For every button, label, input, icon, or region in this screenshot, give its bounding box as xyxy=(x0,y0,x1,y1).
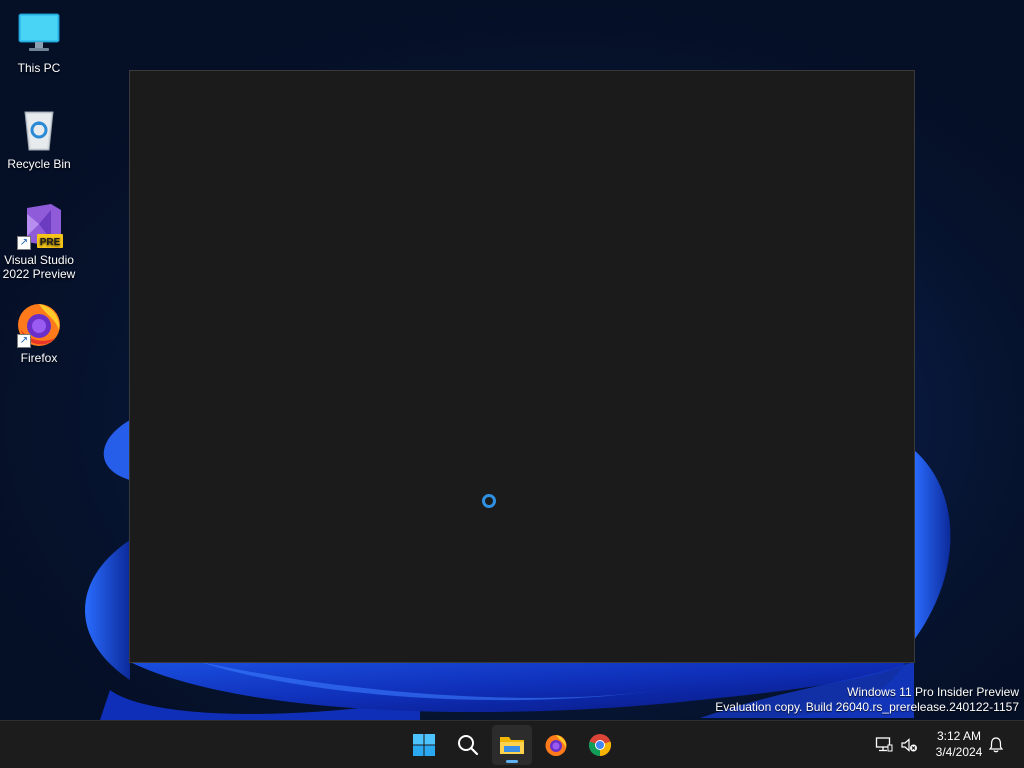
watermark-edition: Windows 11 Pro Insider Preview xyxy=(847,685,1019,699)
app-loading-window[interactable] xyxy=(129,70,915,663)
monitor-icon xyxy=(15,10,63,58)
desktop-icon-this-pc[interactable]: This PC xyxy=(2,10,76,75)
visual-studio-icon: PRE ↗ xyxy=(15,202,63,250)
desktop-icon-recycle-bin[interactable]: Recycle Bin xyxy=(2,106,76,171)
network-icon xyxy=(875,737,893,752)
volume-tray-button[interactable] xyxy=(899,735,919,755)
firefox-taskbar-button[interactable] xyxy=(536,725,576,765)
chrome-taskbar-button[interactable] xyxy=(580,725,620,765)
pre-badge: PRE xyxy=(40,237,61,248)
firefox-icon: ↗ xyxy=(15,300,63,348)
shortcut-arrow-icon: ↗ xyxy=(17,334,31,348)
chrome-icon xyxy=(588,734,612,757)
taskbar-clock[interactable]: 3:12 AM 3/4/2024 xyxy=(928,728,990,760)
shortcut-arrow-icon: ↗ xyxy=(17,236,31,250)
desktop-icon-label: This PC xyxy=(17,61,61,75)
recycle-bin-icon xyxy=(15,106,63,154)
desktop-icon-label: Recycle Bin xyxy=(7,157,71,171)
desktop-icon-label-line1: Visual Studio xyxy=(4,253,74,267)
file-explorer-icon xyxy=(500,737,524,754)
desktop-icon-visual-studio[interactable]: PRE ↗ Visual Studio 2022 Preview xyxy=(2,202,76,281)
windows-start-icon xyxy=(413,734,435,756)
active-app-indicator xyxy=(506,760,518,763)
taskbar xyxy=(0,720,1024,768)
windows-watermark: Windows 11 Pro Insider Preview Evaluatio… xyxy=(715,685,1019,715)
volume-muted-icon xyxy=(901,738,917,752)
network-tray-button[interactable] xyxy=(874,735,894,755)
desktop-icon-firefox[interactable]: ↗ Firefox xyxy=(2,300,76,365)
search-icon xyxy=(458,735,479,756)
firefox-icon xyxy=(545,735,567,756)
desktop-icon-label-line2: 2022 Preview xyxy=(2,267,76,281)
clock-time: 3:12 AM xyxy=(936,729,982,743)
clock-date: 3/4/2024 xyxy=(935,745,983,759)
start-button[interactable] xyxy=(404,725,444,765)
desktop-icon-label: Firefox xyxy=(20,351,58,365)
search-button[interactable] xyxy=(448,725,488,765)
watermark-build: Evaluation copy. Build 26040.rs_prerelea… xyxy=(715,700,1019,714)
file-explorer-button[interactable] xyxy=(492,725,532,765)
loading-spinner-icon xyxy=(482,494,496,508)
